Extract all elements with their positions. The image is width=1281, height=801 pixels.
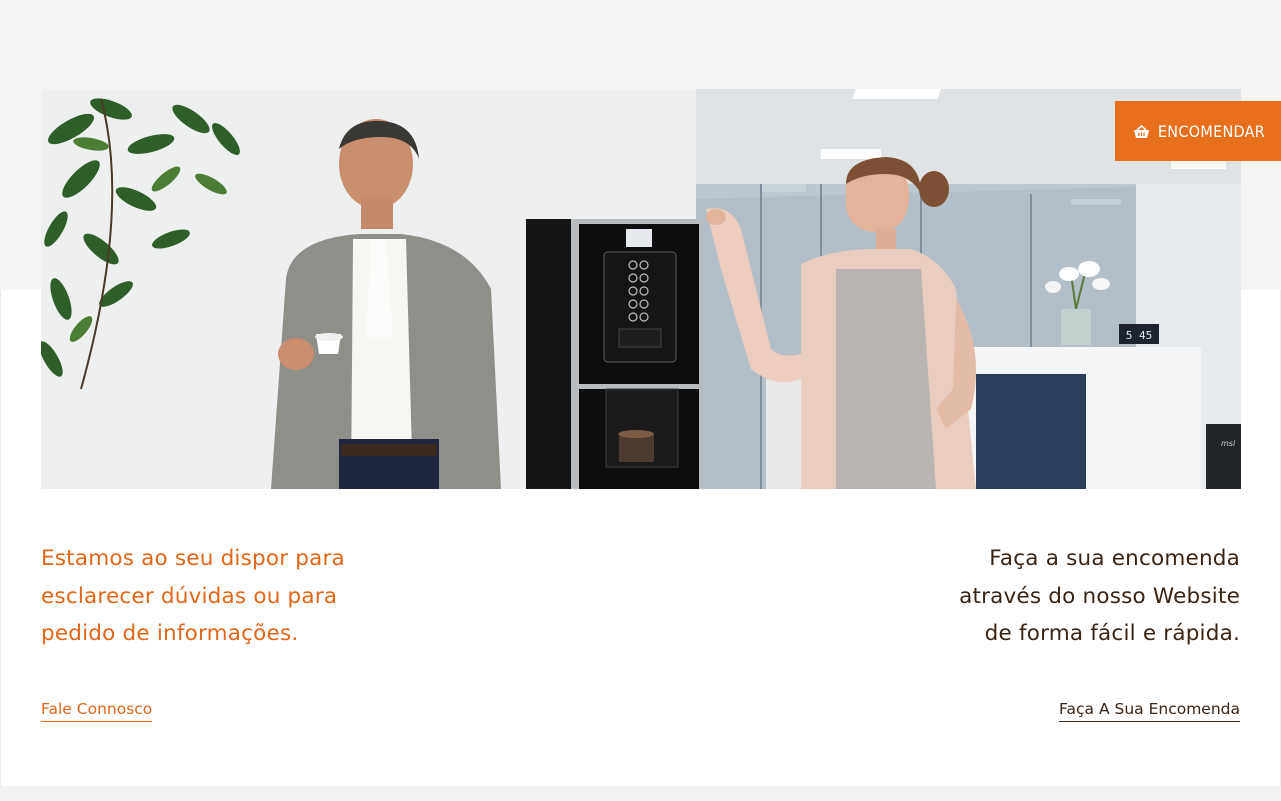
order-button-label: ENCOMENDAR [1157, 121, 1266, 141]
section-border-left [0, 290, 1, 786]
hero-photo-illustration: 5 45 msi [41, 89, 1241, 489]
contact-intro-line: pedido de informações. [41, 621, 299, 646]
order-button[interactable]: ENCOMENDAR [1115, 101, 1281, 161]
contact-intro-line: Estamos ao seu dispor para [41, 546, 345, 571]
order-intro-text: Faça a sua encomenda através do nosso We… [820, 540, 1240, 653]
svg-text:msi: msi [1221, 439, 1236, 448]
svg-text:5 45: 5 45 [1126, 329, 1153, 342]
order-intro-line: através do nosso Website [959, 583, 1240, 609]
hero-image: 5 45 msi [41, 89, 1241, 489]
order-intro-line: Faça a sua encomenda [989, 546, 1240, 571]
footer-band [0, 786, 1281, 801]
contact-us-link[interactable]: Fale Connosco [41, 698, 153, 722]
contact-intro-line: esclarecer dúvidas ou para [41, 583, 338, 609]
place-order-link[interactable]: Faça A Sua Encomenda [1059, 698, 1240, 722]
basket-icon [1133, 124, 1150, 138]
order-intro-line: de forma fácil e rápida. [984, 621, 1240, 646]
contact-intro-text: Estamos ao seu dispor para esclarecer dú… [41, 540, 441, 653]
